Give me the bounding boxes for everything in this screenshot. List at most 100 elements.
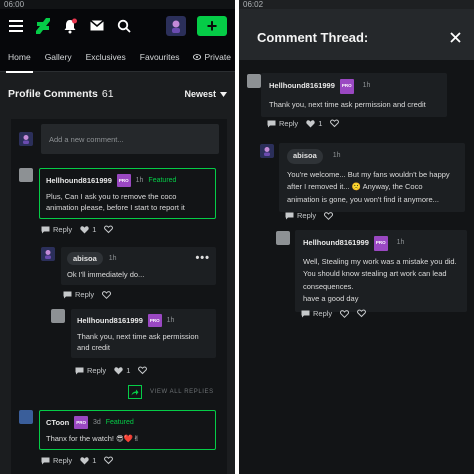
heart-filled-icon [306,119,315,127]
reply-label: Reply [53,456,73,465]
comment-time: 1h [396,239,405,246]
like-button[interactable] [340,309,350,318]
badge-heart-icon [357,309,367,318]
like-button[interactable]: 1 [80,456,96,465]
comment-text: Thank you, next time ask permission and … [77,332,199,352]
close-icon[interactable] [450,31,461,43]
feature-button[interactable] [104,225,114,234]
comment-time: 1h [166,317,175,324]
tab-exclusives[interactable]: Exclusives [86,42,126,72]
comment-username[interactable]: CToon [46,417,69,428]
comment-bubble: Hellhound8161999 PRO 1h Thank you, next … [261,73,447,117]
reply-button[interactable]: Reply [75,366,106,375]
feature-button[interactable] [330,119,340,128]
mail-icon[interactable] [89,18,105,34]
new-comment-input[interactable]: Add a new comment... [41,124,219,154]
reply-icon [301,310,310,317]
share-icon[interactable] [128,385,142,399]
comment-username[interactable]: abisoa [287,149,323,164]
top-app-bar: + [0,9,235,42]
comment-item: Hellhound8161999 PRO 1h Thank you, next … [51,309,219,358]
commenter-avatar [276,231,290,245]
like-button[interactable] [324,211,334,220]
reply-icon [41,457,50,464]
commenter-avatar [41,247,55,261]
like-button[interactable]: 1 [114,366,130,375]
comment-meta: abisoa 1h [287,149,457,164]
more-options-icon[interactable]: ••• [195,253,210,264]
badge-heart-icon [104,225,114,234]
caret-down-icon [220,91,227,97]
comments-header: Profile Comments 61 Newest [0,72,235,116]
comment-bubble: abisoa 1h You're welcome... But my fans … [279,143,465,212]
submit-button[interactable]: + [197,15,227,36]
heart-outline-icon [340,309,350,318]
tab-favourites[interactable]: Favourites [140,42,180,72]
heart-filled-icon [80,456,89,464]
like-count: 1 [92,225,97,234]
badge-heart-icon [104,456,114,465]
reply-button[interactable]: Reply [63,290,94,299]
comment-meta: CToon PRO 3d Featured [46,416,209,429]
reply-button[interactable]: Reply [301,309,332,318]
pro-badge: PRO [339,79,354,94]
reply-button[interactable]: Reply [41,225,72,234]
user-avatar[interactable] [166,15,186,36]
feature-button[interactable] [357,309,367,318]
view-all-replies-link[interactable]: VIEW ALL REPLIES [150,389,214,395]
status-time: 06:00 [4,0,25,9]
comment-text: Well, Stealing my work was a mistake you… [303,256,457,291]
status-bar: 06:00 [0,0,235,9]
like-button[interactable]: 1 [306,119,322,128]
feature-button[interactable] [138,366,148,375]
comment-username[interactable]: Hellhound8161999 [46,175,112,186]
feature-button[interactable] [104,456,114,465]
search-icon[interactable] [116,18,132,34]
like-button[interactable]: 1 [80,225,96,234]
reply-label: Reply [75,290,95,299]
reply-icon [63,291,72,298]
reply-button[interactable]: Reply [41,456,72,465]
like-button[interactable] [102,290,112,299]
tab-private[interactable]: Private [193,42,231,72]
reply-label: Reply [297,211,317,220]
comment-text-closing: have a good day [303,294,359,303]
comment-meta: Hellhound8161999 PRO 1h [77,314,210,327]
tab-gallery[interactable]: Gallery [45,42,72,72]
thread-header: Comment Thread: [239,9,474,65]
tab-private-label: Private [204,51,231,62]
comment-bubble: CToon PRO 3d Featured Thanx for the watc… [39,410,216,450]
badge-heart-icon [138,366,148,375]
reply-button[interactable]: Reply [285,211,316,220]
sort-dropdown[interactable]: Newest [184,89,227,99]
comment-meta: abisoa 1h ••• [67,252,210,265]
comment-text: You're welcome... But my fans wouldn't b… [287,169,450,204]
tab-home[interactable]: Home [6,42,33,73]
reply-label: Reply [87,366,107,375]
thread-title: Comment Thread: [257,29,369,45]
notifications-bell-icon[interactable] [62,18,78,34]
status-bar: 06:02 [239,0,474,9]
profile-tabs: Home Gallery Exclusives Favourites Priva… [0,42,235,73]
eye-icon [193,53,202,60]
commenter-avatar [19,410,33,424]
comment-username[interactable]: abisoa [67,252,103,265]
comment-username[interactable]: Hellhound8161999 [77,315,143,326]
pro-badge: PRO [74,416,88,429]
comment-username[interactable]: Hellhound8161999 [269,80,335,93]
thread-list: Hellhound8161999 PRO 1h Thank you, next … [239,60,474,474]
comment-bubble: Hellhound8161999 PRO 1h Thank you, next … [71,309,216,358]
comment-bubble: abisoa 1h ••• Ok I'll immediately do... [61,247,216,285]
reply-button[interactable]: Reply [267,119,298,128]
comment-actions: Reply 1 [41,456,114,465]
comment-text: Thank you, next time ask permission and … [269,99,426,109]
deviantart-logo-icon[interactable] [35,17,51,34]
comment-username[interactable]: Hellhound8161999 [303,237,369,250]
featured-label: Featured [105,419,134,426]
comment-time: 3d [92,419,101,426]
comment-bubble: Hellhound8161999 PRO 1h Featured Plus, C… [39,168,216,219]
section-title: Profile Comments 61 [8,88,114,100]
comment-actions: Reply 1 [41,225,114,234]
view-all-replies-row: VIEW ALL REPLIES [128,385,214,399]
menu-icon[interactable] [8,18,24,34]
